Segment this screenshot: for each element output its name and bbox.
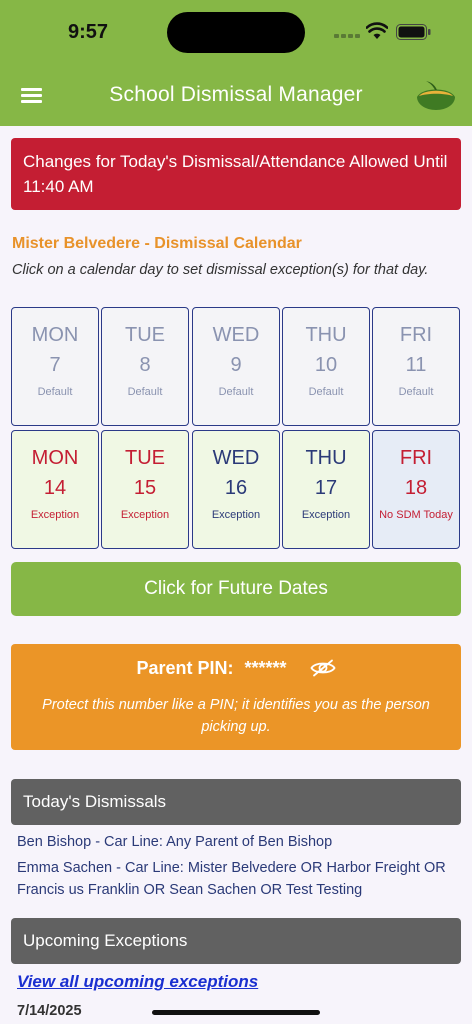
day-status: Default [398, 386, 434, 398]
day-date: 14 [43, 477, 67, 499]
day-date: 7 [49, 354, 61, 376]
app-bar: School Dismissal Manager [0, 66, 472, 126]
day-status: No SDM Today [379, 509, 453, 521]
dismissal-item: Ben Bishop - Car Line: Any Parent of Ben… [17, 834, 333, 850]
day-name: FRI [399, 324, 433, 346]
future-dates-button[interactable]: Click for Future Dates [11, 562, 461, 616]
eye-slash-icon[interactable] [310, 659, 336, 677]
day-date: 18 [404, 477, 428, 499]
calendar-day-fri-11[interactable]: FRI 11 Default [372, 307, 460, 426]
calendar-day-fri-18[interactable]: FRI 18 No SDM Today [372, 430, 460, 549]
day-status: Exception [120, 509, 170, 521]
day-status: Default [218, 386, 254, 398]
day-date: 8 [139, 354, 151, 376]
calendar-day-tue-15[interactable]: TUE 15 Exception [101, 430, 189, 549]
todays-dismissals-header: Today's Dismissals [11, 779, 461, 825]
upcoming-exceptions-header: Upcoming Exceptions [11, 918, 461, 964]
wifi-icon [366, 22, 388, 39]
pin-label: Parent PIN: [136, 657, 234, 678]
day-name: THU [305, 447, 347, 469]
day-date: 16 [224, 477, 248, 499]
day-name: MON [31, 447, 79, 469]
calendar-title: Mister Belvedere - Dismissal Calendar [12, 235, 302, 252]
day-date: 15 [133, 477, 157, 499]
exception-date: 7/14/2025 [17, 1003, 82, 1019]
view-upcoming-exceptions-link[interactable]: View all upcoming exceptions [17, 972, 258, 992]
day-status: Exception [211, 509, 261, 521]
apple-logo-icon [417, 81, 455, 110]
calendar-day-thu-17[interactable]: THU 17 Exception [282, 430, 370, 549]
day-name: WED [212, 447, 260, 469]
day-name: WED [212, 324, 260, 346]
day-status: Default [308, 386, 344, 398]
pin-row: Parent PIN: ****** [11, 657, 461, 679]
day-name: FRI [399, 447, 433, 469]
day-date: 9 [230, 354, 242, 376]
status-bar: 9:57 [0, 0, 472, 66]
status-time: 9:57 [68, 21, 109, 43]
app-title: School Dismissal Manager [109, 83, 363, 106]
calendar-day-mon-7[interactable]: MON 7 Default [11, 307, 99, 426]
calendar-instructions: Click on a calendar day to set dismissal… [12, 262, 429, 278]
day-name: TUE [125, 324, 165, 346]
day-name: THU [305, 324, 347, 346]
dismissal-deadline-alert: Changes for Today's Dismissal/Attendance… [11, 138, 461, 210]
day-date: 10 [314, 354, 338, 376]
day-status: Default [127, 386, 163, 398]
battery-icon [396, 24, 431, 40]
day-status: Exception [301, 509, 351, 521]
parent-pin-card: Parent PIN: ****** Protect this number l… [11, 644, 461, 750]
calendar-day-tue-8[interactable]: TUE 8 Default [101, 307, 189, 426]
day-status: Exception [30, 509, 80, 521]
day-name: TUE [125, 447, 165, 469]
calendar-day-wed-9[interactable]: WED 9 Default [192, 307, 280, 426]
calendar-day-wed-16[interactable]: WED 16 Exception [192, 430, 280, 549]
calendar-day-mon-14[interactable]: MON 14 Exception [11, 430, 99, 549]
pin-note: Protect this number like a PIN; it ident… [42, 697, 430, 735]
dismissal-item: Emma Sachen - Car Line: Mister Belvedere… [17, 860, 446, 898]
day-name: MON [31, 324, 79, 346]
pin-value: ****** [244, 657, 287, 678]
day-status: Default [37, 386, 73, 398]
day-date: 17 [314, 477, 338, 499]
day-date: 11 [405, 354, 427, 376]
calendar-day-thu-10[interactable]: THU 10 Default [282, 307, 370, 426]
dynamic-island [167, 12, 305, 53]
home-indicator[interactable] [152, 1010, 320, 1015]
